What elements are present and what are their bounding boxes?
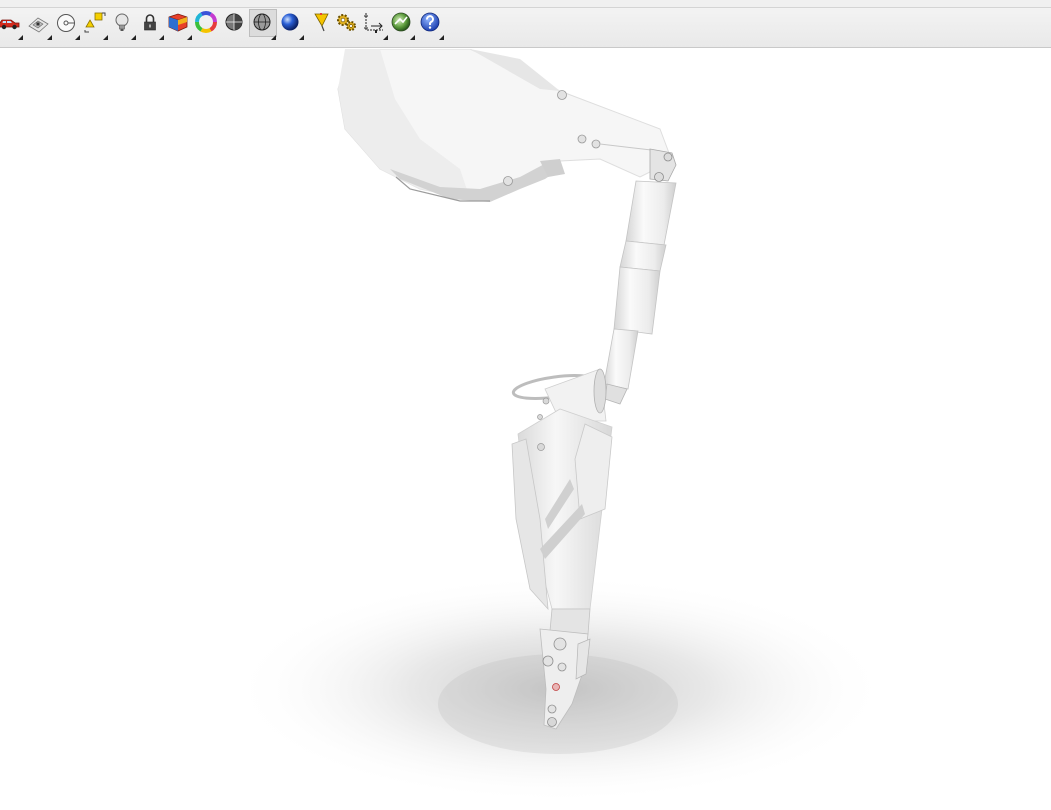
blue-sphere-icon[interactable] [278,10,304,40]
render-viewport[interactable] [0,49,1051,810]
flyout-arrow-icon [159,35,164,40]
wireframe-sphere-icon[interactable] [249,9,277,40]
flyout-arrow-icon [47,35,52,40]
flyout-arrow-icon [271,35,276,40]
ground-plane-icon[interactable] [82,10,108,40]
color-wheel-icon[interactable] [194,10,220,36]
settings-gears-icon[interactable] [334,10,360,36]
render-toolbar [0,8,1051,48]
flyout-arrow-icon [131,35,136,40]
flyout-arrow-icon [75,35,80,40]
light-icon[interactable] [110,10,136,40]
flyout-arrow-icon [18,35,23,40]
rendered-robotic-arm [230,49,890,804]
help-icon[interactable] [418,10,444,40]
flyout-arrow-icon [439,35,444,40]
sphere-icon[interactable] [222,10,248,36]
decal-icon[interactable] [310,10,336,36]
render-window [0,0,1051,810]
flyout-arrow-icon [103,35,108,40]
globe-icon[interactable] [389,10,415,40]
shoulder-body [337,49,673,202]
elbow-joint [649,148,677,182]
render-preview-icon[interactable] [26,10,52,40]
material-icon[interactable] [166,10,192,40]
flyout-arrow-icon [410,35,415,40]
flyout-arrow-icon [299,35,304,40]
forearm-cylinder [603,180,677,405]
dimension-icon[interactable] [362,10,388,40]
environment-icon[interactable] [54,10,80,40]
render-icon[interactable] [0,10,23,40]
flyout-arrow-icon [383,35,388,40]
window-top-strip [0,0,1051,8]
lock-icon[interactable] [138,10,164,40]
flyout-arrow-icon [187,35,192,40]
